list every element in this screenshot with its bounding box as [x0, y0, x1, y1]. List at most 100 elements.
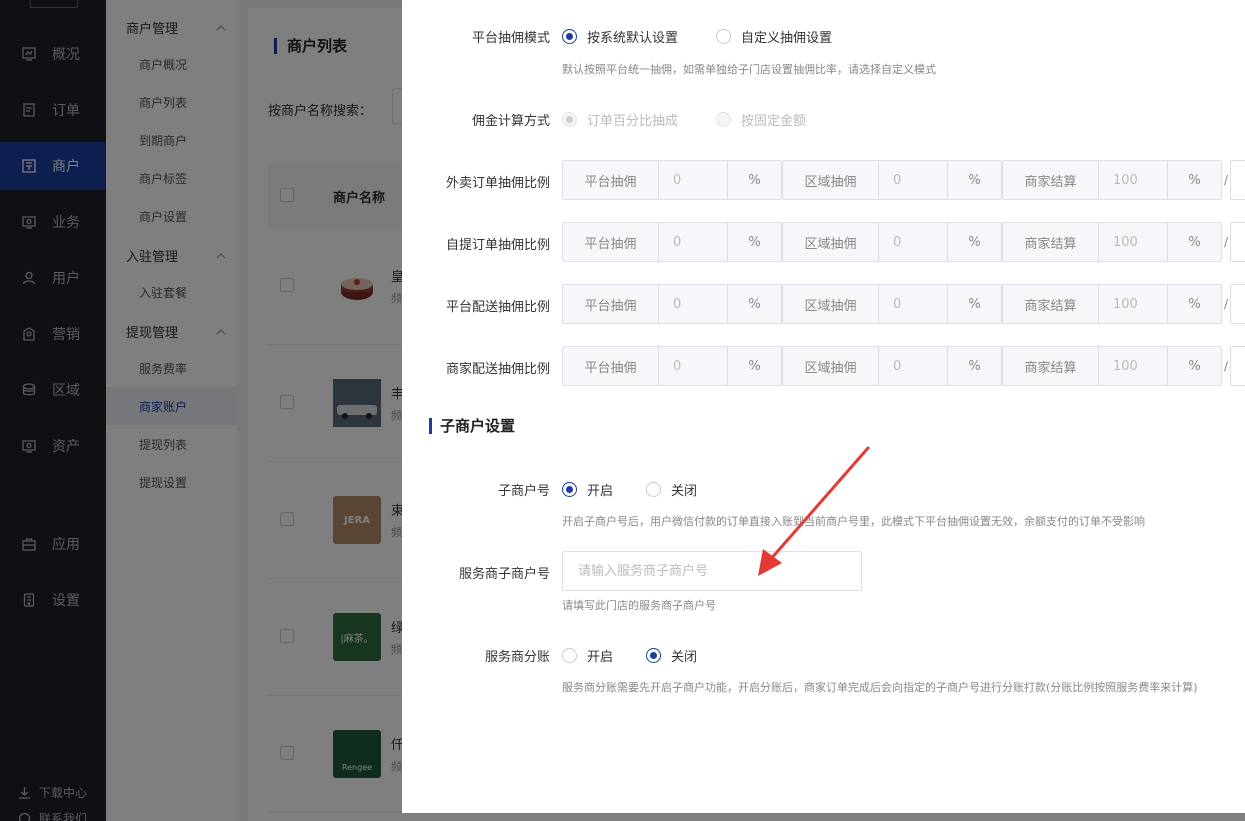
calc-method-label: 佣金计算方式 [471, 114, 550, 129]
separator: / [1223, 173, 1229, 187]
radio-label: 自定义抽佣设置 [741, 31, 833, 46]
input-suffix: % [947, 161, 1001, 199]
separator: / [1223, 359, 1229, 373]
input-suffix: % [727, 285, 781, 323]
input-prefix: 区域抽佣 [783, 223, 879, 261]
radio-label: 关闭 [671, 484, 698, 499]
settings-drawer: 平台抽佣模式 按系统默认设置 自定义抽佣设置 默认按照平台统一抽佣，如需单独给子… [402, 0, 1245, 813]
commission-mode-hint: 默认按照平台统一抽佣，如需单独给子门店设置抽佣比率，请选择自定义模式 [562, 63, 936, 76]
radio-split-off[interactable]: 关闭 [646, 646, 697, 665]
input-value: 0 [879, 285, 947, 323]
platform-commission-input[interactable]: 平台抽佣 0% [562, 284, 782, 324]
radio-label: 按系统默认设置 [587, 31, 679, 46]
input-suffix: % [727, 223, 781, 261]
radio-sub-merchant-off[interactable]: 关闭 [646, 480, 697, 499]
radio-label: 开启 [587, 484, 614, 499]
extra-input[interactable] [1230, 222, 1245, 262]
merchant-settlement-input[interactable]: 商家结算 100% [1002, 160, 1222, 200]
input-prefix: 区域抽佣 [783, 161, 879, 199]
region-commission-input[interactable]: 区域抽佣 0% [782, 346, 1002, 386]
ratio-label-merchant-delivery: 商家配送抽佣比例 [445, 362, 550, 377]
ratio-label-platform-delivery: 平台配送抽佣比例 [445, 300, 550, 315]
platform-commission-input[interactable]: 平台抽佣 0% [562, 222, 782, 262]
input-value: 0 [879, 223, 947, 261]
input-prefix: 商家结算 [1003, 285, 1099, 323]
svc-split-hint: 服务商分账需要先开启子商户功能，开启分账后，商家订单完成后会向指定的子商户号进行… [562, 681, 1198, 694]
radio-dot [716, 29, 731, 44]
radio-mode-default[interactable]: 按系统默认设置 [562, 27, 678, 46]
separator: / [1223, 297, 1229, 311]
section-title-sub-merchant: 子商户设置 [429, 418, 515, 434]
region-commission-input[interactable]: 区域抽佣 0% [782, 284, 1002, 324]
radio-label: 关闭 [671, 650, 698, 665]
platform-commission-input[interactable]: 平台抽佣 0% [562, 346, 782, 386]
input-value: 0 [659, 161, 727, 199]
svc-sub-merchant-input[interactable] [562, 551, 862, 591]
platform-commission-input[interactable]: 平台抽佣 0% [562, 160, 782, 200]
input-prefix: 区域抽佣 [783, 347, 879, 385]
separator: / [1223, 235, 1229, 249]
extra-input[interactable] [1230, 284, 1245, 324]
input-value: 0 [659, 347, 727, 385]
input-value: 100 [1099, 285, 1167, 323]
radio-dot [562, 29, 577, 44]
radio-mode-custom[interactable]: 自定义抽佣设置 [716, 27, 832, 46]
radio-label: 开启 [587, 650, 614, 665]
input-suffix: % [1167, 285, 1221, 323]
radio-dot [716, 112, 731, 127]
input-prefix: 区域抽佣 [783, 285, 879, 323]
commission-mode-label: 平台抽佣模式 [471, 31, 550, 46]
radio-dot [646, 648, 661, 663]
merchant-settlement-input[interactable]: 商家结算 100% [1002, 346, 1222, 386]
sub-merchant-label: 子商户号 [497, 484, 550, 499]
radio-sub-merchant-on[interactable]: 开启 [562, 480, 613, 499]
svc-split-label: 服务商分账 [484, 650, 550, 665]
input-value: 100 [1099, 223, 1167, 261]
input-suffix: % [727, 161, 781, 199]
extra-input[interactable] [1230, 346, 1245, 386]
input-value: 0 [879, 347, 947, 385]
input-prefix: 商家结算 [1003, 347, 1099, 385]
ratio-row-takeout: 平台抽佣 0% 区域抽佣 0% 商家结算 100% / [562, 160, 1245, 200]
ratio-row-merchant-delivery: 平台抽佣 0% 区域抽佣 0% 商家结算 100% / [562, 346, 1245, 386]
input-value: 100 [1099, 347, 1167, 385]
input-suffix: % [947, 223, 1001, 261]
input-prefix: 平台抽佣 [563, 285, 659, 323]
input-suffix: % [727, 347, 781, 385]
input-prefix: 商家结算 [1003, 161, 1099, 199]
extra-input[interactable] [1230, 160, 1245, 200]
radio-calc-percent[interactable]: 订单百分比抽成 [562, 110, 678, 129]
svc-sub-merchant-hint: 请填写此门店的服务商子商户号 [562, 599, 716, 612]
input-prefix: 平台抽佣 [563, 161, 659, 199]
input-suffix: % [1167, 223, 1221, 261]
input-prefix: 商家结算 [1003, 223, 1099, 261]
ratio-row-platform-delivery: 平台抽佣 0% 区域抽佣 0% 商家结算 100% / [562, 284, 1245, 324]
ratio-label-takeout: 外卖订单抽佣比例 [445, 176, 550, 191]
radio-dot [562, 112, 577, 127]
ratio-row-pickup: 平台抽佣 0% 区域抽佣 0% 商家结算 100% / [562, 222, 1245, 262]
input-suffix: % [1167, 347, 1221, 385]
input-value: 100 [1099, 161, 1167, 199]
radio-calc-fixed[interactable]: 按固定金额 [716, 110, 806, 129]
input-value: 0 [659, 285, 727, 323]
merchant-settlement-input[interactable]: 商家结算 100% [1002, 284, 1222, 324]
merchant-settlement-input[interactable]: 商家结算 100% [1002, 222, 1222, 262]
sub-merchant-hint: 开启子商户号后，用户微信付款的订单直接入账到当前商户号里，此模式下平台抽佣设置无… [562, 515, 1145, 528]
ratio-label-pickup: 自提订单抽佣比例 [445, 238, 550, 253]
radio-dot [646, 482, 661, 497]
input-value: 0 [879, 161, 947, 199]
input-prefix: 平台抽佣 [563, 223, 659, 261]
input-suffix: % [1167, 161, 1221, 199]
region-commission-input[interactable]: 区域抽佣 0% [782, 160, 1002, 200]
radio-split-on[interactable]: 开启 [562, 646, 613, 665]
radio-label: 按固定金额 [741, 114, 807, 129]
radio-label: 订单百分比抽成 [587, 114, 679, 129]
radio-dot [562, 648, 577, 663]
input-suffix: % [947, 285, 1001, 323]
region-commission-input[interactable]: 区域抽佣 0% [782, 222, 1002, 262]
input-suffix: % [947, 347, 1001, 385]
svc-sub-merchant-label: 服务商子商户号 [458, 567, 550, 582]
input-prefix: 平台抽佣 [563, 347, 659, 385]
radio-dot [562, 482, 577, 497]
input-value: 0 [659, 223, 727, 261]
